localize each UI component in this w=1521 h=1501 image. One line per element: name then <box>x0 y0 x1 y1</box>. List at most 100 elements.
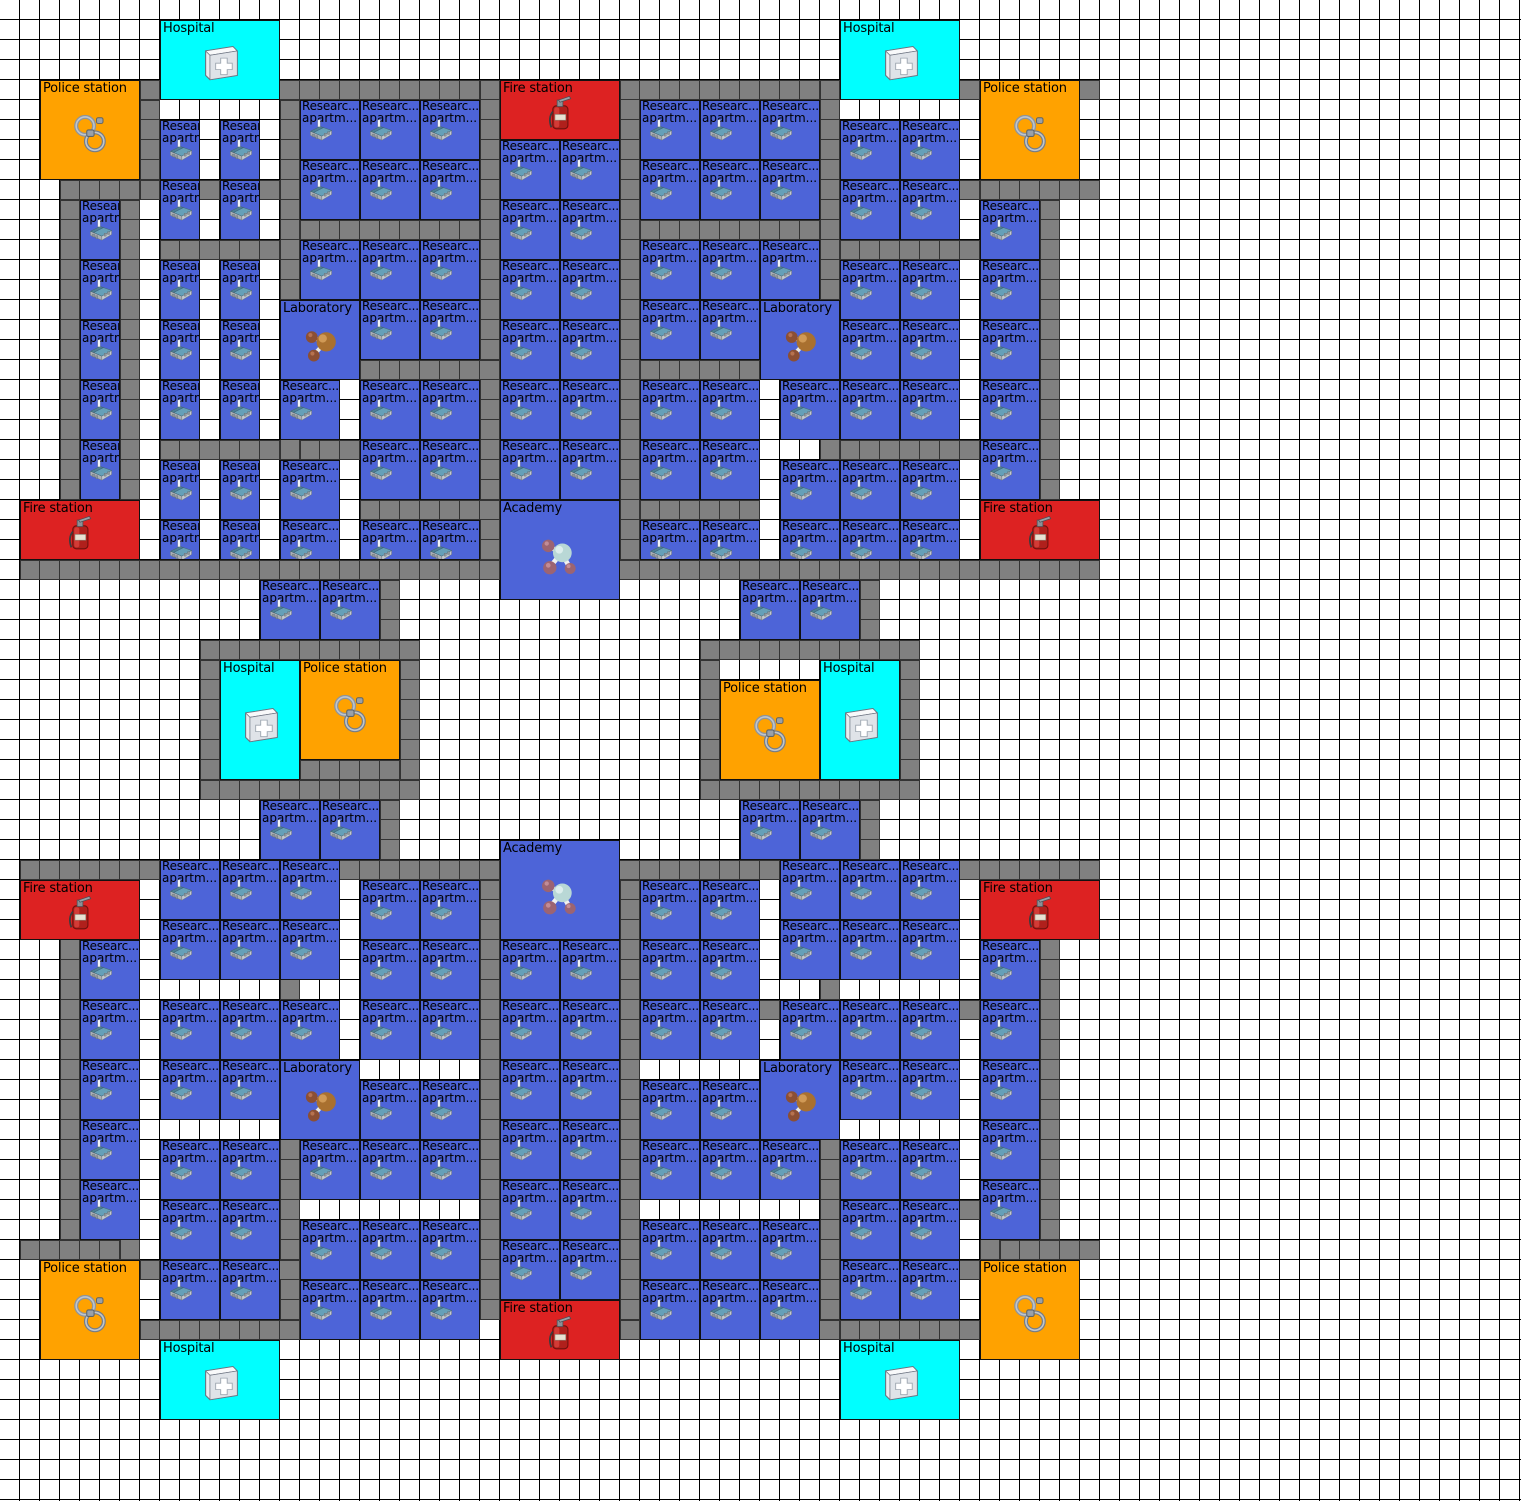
building-research-apartment[interactable]: Researc...apartm... <box>840 1200 900 1260</box>
building-research-apartment[interactable]: Researc...apartm... <box>160 120 200 180</box>
building-research-apartment[interactable]: Researc...apartm... <box>360 880 420 940</box>
building-research-apartment[interactable]: Researc...apartm... <box>420 100 480 160</box>
building-laboratory[interactable]: Laboratory <box>760 300 840 380</box>
building-research-apartment[interactable]: Researc...apartm... <box>260 800 320 860</box>
building-research-apartment[interactable]: Researc...apartm... <box>280 520 340 560</box>
building-laboratory[interactable]: Laboratory <box>280 1060 360 1140</box>
building-research-apartment[interactable]: Researc...apartm... <box>700 1280 760 1340</box>
building-research-apartment[interactable]: Researc...apartm... <box>780 460 840 520</box>
building-hospital[interactable]: Hospital <box>840 20 960 100</box>
building-research-apartment[interactable]: Researc...apartm... <box>560 1120 620 1180</box>
building-research-apartment[interactable]: Researc...apartm... <box>900 1200 960 1260</box>
building-research-apartment[interactable]: Researc...apartm... <box>300 160 360 220</box>
building-research-apartment[interactable]: Researc...apartm... <box>980 200 1040 260</box>
building-research-apartment[interactable]: Researc...apartm... <box>420 1000 480 1060</box>
building-research-apartment[interactable]: Researc...apartm... <box>840 1060 900 1120</box>
building-research-apartment[interactable]: Researc...apartm... <box>220 920 280 980</box>
building-research-apartment[interactable]: Researc...apartm... <box>420 160 480 220</box>
building-research-apartment[interactable]: Researc...apartm... <box>560 940 620 1000</box>
building-research-apartment[interactable]: Researc...apartm... <box>640 940 700 1000</box>
building-research-apartment[interactable]: Researc...apartm... <box>900 520 960 560</box>
building-research-apartment[interactable]: Researc...apartm... <box>840 520 900 560</box>
building-fire-station[interactable]: Fire station <box>20 500 140 560</box>
building-research-apartment[interactable]: Researc...apartm... <box>500 1120 560 1180</box>
building-research-apartment[interactable]: Researc...apartm... <box>500 940 560 1000</box>
building-research-apartment[interactable]: Researc...apartm... <box>220 180 260 240</box>
building-research-apartment[interactable]: Researc...apartm... <box>900 320 960 380</box>
building-research-apartment[interactable]: Researc...apartm... <box>280 860 340 920</box>
building-research-apartment[interactable]: Researc...apartm... <box>280 380 340 440</box>
building-research-apartment[interactable]: Researc...apartm... <box>360 160 420 220</box>
building-research-apartment[interactable]: Researc...apartm... <box>900 860 960 920</box>
building-research-apartment[interactable]: Researc...apartm... <box>560 440 620 500</box>
building-research-apartment[interactable]: Researc...apartm... <box>760 1220 820 1280</box>
building-research-apartment[interactable]: Researc...apartm... <box>980 260 1040 320</box>
building-research-apartment[interactable]: Researc...apartm... <box>900 1140 960 1200</box>
building-research-apartment[interactable]: Researc...apartm... <box>900 920 960 980</box>
building-police-station[interactable]: Police station <box>980 1260 1080 1360</box>
building-research-apartment[interactable]: Researc...apartm... <box>360 1280 420 1340</box>
building-research-apartment[interactable]: Researc...apartm... <box>780 520 840 560</box>
building-research-apartment[interactable]: Researc...apartm... <box>560 140 620 200</box>
building-research-apartment[interactable]: Researc...apartm... <box>420 240 480 300</box>
building-research-apartment[interactable]: Researc...apartm... <box>300 1220 360 1280</box>
building-research-apartment[interactable]: Researc...apartm... <box>640 380 700 440</box>
building-research-apartment[interactable]: Researc...apartm... <box>560 260 620 320</box>
building-research-apartment[interactable]: Researc...apartm... <box>700 160 760 220</box>
building-research-apartment[interactable]: Researc...apartm... <box>280 1000 340 1060</box>
building-research-apartment[interactable]: Researc...apartm... <box>780 380 840 440</box>
building-police-station[interactable]: Police station <box>40 1260 140 1360</box>
building-research-apartment[interactable]: Researc...apartm... <box>900 1000 960 1060</box>
building-research-apartment[interactable]: Researc...apartm... <box>560 1000 620 1060</box>
building-police-station[interactable]: Police station <box>980 80 1080 180</box>
building-research-apartment[interactable]: Researc...apartm... <box>760 1140 820 1200</box>
building-research-apartment[interactable]: Researc...apartm... <box>500 1060 560 1120</box>
building-research-apartment[interactable]: Researc...apartm... <box>300 1140 360 1200</box>
building-research-apartment[interactable]: Researc...apartm... <box>160 860 220 920</box>
building-research-apartment[interactable]: Researc...apartm... <box>840 180 900 240</box>
building-research-apartment[interactable]: Researc...apartm... <box>80 1180 140 1240</box>
building-research-apartment[interactable]: Researc...apartm... <box>700 240 760 300</box>
building-research-apartment[interactable]: Researc...apartm... <box>760 100 820 160</box>
building-research-apartment[interactable]: Researc...apartm... <box>640 1080 700 1140</box>
building-research-apartment[interactable]: Researc...apartm... <box>300 100 360 160</box>
building-research-apartment[interactable]: Researc...apartm... <box>700 440 760 500</box>
building-research-apartment[interactable]: Researc...apartm... <box>980 320 1040 380</box>
building-research-apartment[interactable]: Researc...apartm... <box>500 380 560 440</box>
building-research-apartment[interactable]: Researc...apartm... <box>740 580 800 640</box>
building-research-apartment[interactable]: Researc...apartm... <box>560 380 620 440</box>
building-research-apartment[interactable]: Researc...apartm... <box>640 520 700 560</box>
building-research-apartment[interactable]: Researc...apartm... <box>160 380 200 440</box>
building-research-apartment[interactable]: Researc...apartm... <box>420 440 480 500</box>
building-research-apartment[interactable]: Researc...apartm... <box>900 180 960 240</box>
building-research-apartment[interactable]: Researc...apartm... <box>360 100 420 160</box>
building-research-apartment[interactable]: Researc...apartm... <box>80 940 140 1000</box>
building-research-apartment[interactable]: Researc...apartm... <box>560 1180 620 1240</box>
building-research-apartment[interactable]: Researc...apartm... <box>420 940 480 1000</box>
building-research-apartment[interactable]: Researc...apartm... <box>160 1060 220 1120</box>
building-research-apartment[interactable]: Researc...apartm... <box>840 1000 900 1060</box>
building-research-apartment[interactable]: Researc...apartm... <box>160 920 220 980</box>
building-fire-station[interactable]: Fire station <box>980 880 1100 940</box>
building-research-apartment[interactable]: Researc...apartm... <box>420 880 480 940</box>
building-research-apartment[interactable]: Researc...apartm... <box>360 520 420 560</box>
building-research-apartment[interactable]: Researc...apartm... <box>640 880 700 940</box>
building-research-apartment[interactable]: Researc...apartm... <box>80 260 120 320</box>
building-research-apartment[interactable]: Researc...apartm... <box>640 100 700 160</box>
building-research-apartment[interactable]: Researc...apartm... <box>420 520 480 560</box>
building-research-apartment[interactable]: Researc...apartm... <box>700 380 760 440</box>
building-fire-station[interactable]: Fire station <box>20 880 140 940</box>
building-research-apartment[interactable]: Researc...apartm... <box>700 1080 760 1140</box>
building-research-apartment[interactable]: Researc...apartm... <box>700 300 760 360</box>
building-research-apartment[interactable]: Researc...apartm... <box>80 1000 140 1060</box>
building-research-apartment[interactable]: Researc...apartm... <box>220 460 260 520</box>
building-research-apartment[interactable]: Researc...apartm... <box>500 260 560 320</box>
building-research-apartment[interactable]: Researc...apartm... <box>420 1220 480 1280</box>
building-research-apartment[interactable]: Researc...apartm... <box>300 1280 360 1340</box>
building-research-apartment[interactable]: Researc...apartm... <box>640 300 700 360</box>
building-academy[interactable]: Academy <box>500 840 620 940</box>
building-research-apartment[interactable]: Researc...apartm... <box>760 160 820 220</box>
building-research-apartment[interactable]: Researc...apartm... <box>160 320 200 380</box>
building-research-apartment[interactable]: Researc...apartm... <box>420 380 480 440</box>
building-research-apartment[interactable]: Researc...apartm... <box>220 1000 280 1060</box>
